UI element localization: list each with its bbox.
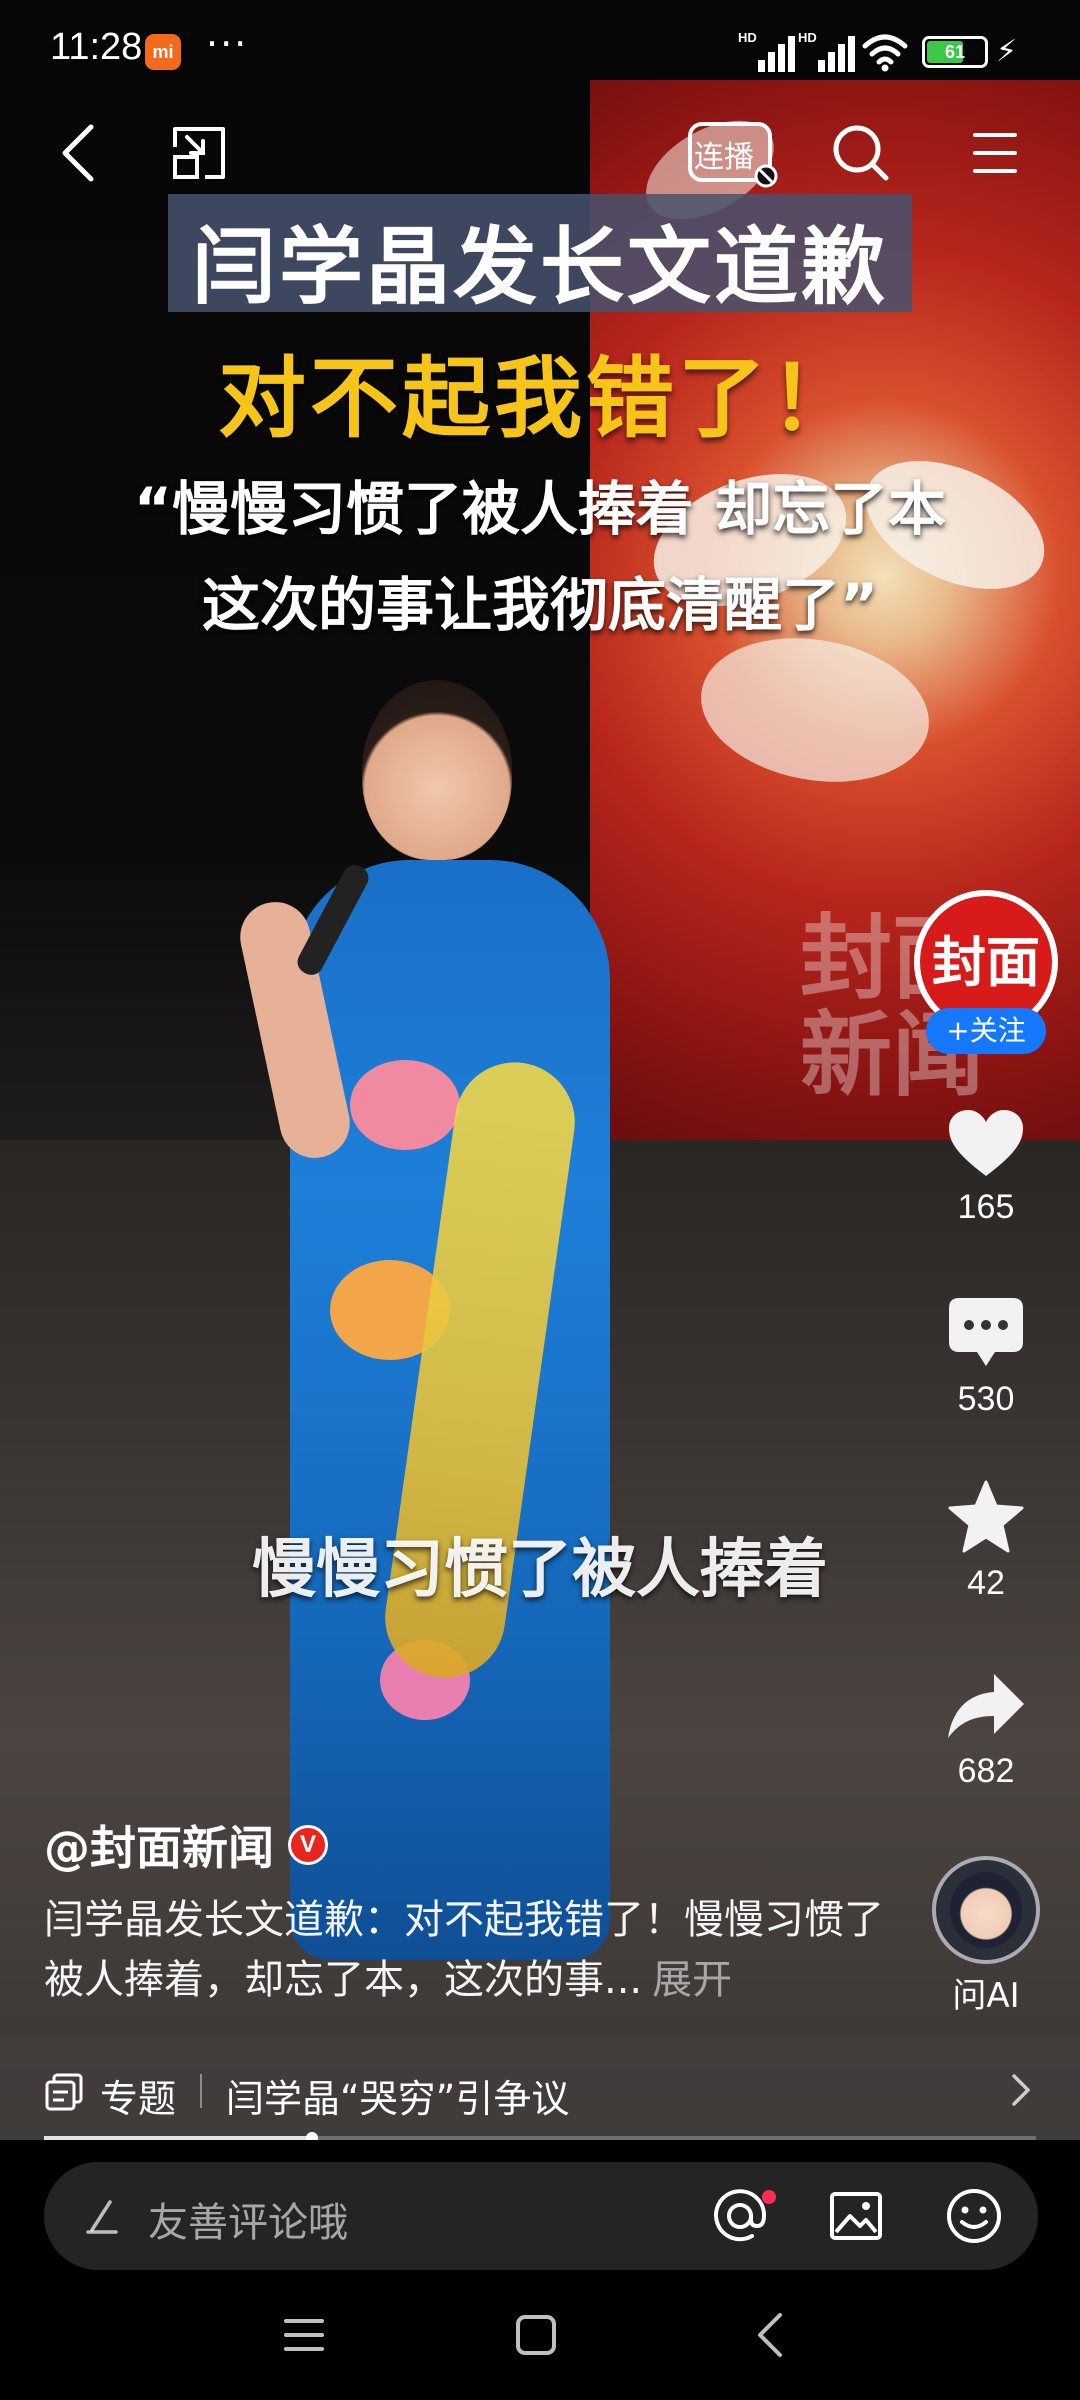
home-nav-button[interactable] [496,2300,576,2370]
menu-icon [973,133,1017,173]
recents-icon [284,2319,324,2351]
comment-icon [949,1298,1023,1366]
video-subhead: 对不起我错了！ [217,347,862,450]
video-headline: 闫学晶发长文道歉 [191,218,888,316]
emoji-icon[interactable] [944,2186,1004,2246]
battery-percent: 61 [944,42,966,62]
minimize-window-icon [173,127,225,179]
like-count: 165 [957,1188,1015,1226]
signal-icon: HD [798,30,855,72]
cast-button[interactable]: 连播 [684,120,784,190]
expand-link[interactable]: 展开 [652,1957,732,2003]
back-nav-button[interactable] [730,2300,810,2370]
chevron-right-icon [1012,2074,1030,2106]
share-count: 682 [957,1752,1015,1790]
minimize-window-button[interactable] [164,118,234,188]
share-icon [948,1674,1024,1738]
back-icon [62,124,94,182]
back-nav-icon [758,2313,782,2357]
like-button[interactable]: 165 [930,1108,1042,1227]
mi-notification-icon: mi [145,34,181,70]
video-subtitle: 慢慢习惯了被人捧着 [252,1533,828,1607]
ai-avatar-icon [950,1872,1022,1948]
sim1-hd-label: HD [738,30,757,45]
comment-placeholder: 友善评论哦 [148,2200,348,2246]
description-text: 闫学晶发长文道歉：对不起我错了！慢慢习惯了被人捧着，却忘了本，这次的事... [44,1897,884,2003]
status-time: 11:28 [50,26,143,68]
cast-label: 连播 [694,140,754,175]
ask-ai-button[interactable] [932,1856,1040,1964]
charging-icon: ⚡ [996,34,1018,69]
comment-button[interactable]: 530 [930,1296,1042,1419]
star-icon [948,1480,1024,1553]
topic-title: 闫学晶“哭穷”引争议 [226,2077,570,2121]
home-icon [516,2315,556,2355]
author-name[interactable]: @封面新闻 V [44,1812,328,1878]
share-button[interactable]: 682 [930,1670,1042,1791]
ask-ai-label[interactable]: 问AI [930,1968,1042,2017]
dress-flower [350,1060,460,1150]
comment-count: 530 [957,1380,1015,1418]
back-button[interactable] [44,118,114,188]
performer [233,680,630,1960]
sim2-hd-label: HD [798,30,817,45]
performer-head [362,680,512,860]
signal-icon: HD [738,30,795,72]
wifi-icon [862,34,908,72]
video-quote-line-2: 这次的事让我彻底清醒了” [201,571,879,639]
battery-icon: 61 [922,36,988,68]
recents-nav-button[interactable] [264,2300,344,2370]
mention-button[interactable] [710,2186,776,2246]
more-notifications-icon: ··· [206,22,249,66]
menu-button[interactable] [960,118,1030,188]
search-icon [833,125,889,181]
follow-button[interactable]: +关注 [926,1008,1046,1054]
topic-label: 专题 [100,2077,177,2121]
verified-badge-icon: V [288,1825,328,1865]
heart-icon [949,1110,1023,1176]
favorite-button[interactable]: 42 [930,1480,1042,1603]
favorite-count: 42 [967,1564,1005,1602]
pen-icon [86,2200,118,2234]
topic-icon [45,2073,83,2111]
image-icon[interactable] [828,2188,884,2244]
status-bar: 11:28 mi ··· HD HD 61 ⚡ [0,0,1080,100]
video-description[interactable]: 闫学晶发长文道歉：对不起我错了！慢慢习惯了被人捧着，却忘了本，这次的事... 展开 [44,1890,884,2010]
at-icon [714,2189,767,2242]
topic-divider [200,2074,202,2108]
notification-dot [762,2190,776,2204]
video-quote-line-1: “慢慢习惯了被人捧着 却忘了本 [133,475,947,543]
comment-input[interactable]: 友善评论哦 [44,2162,1038,2270]
author-name-text: @封面新闻 [44,1821,274,1875]
topic-bar[interactable]: 专题 闫学晶“哭穷”引争议 [0,2038,1080,2142]
search-button[interactable] [826,118,896,188]
